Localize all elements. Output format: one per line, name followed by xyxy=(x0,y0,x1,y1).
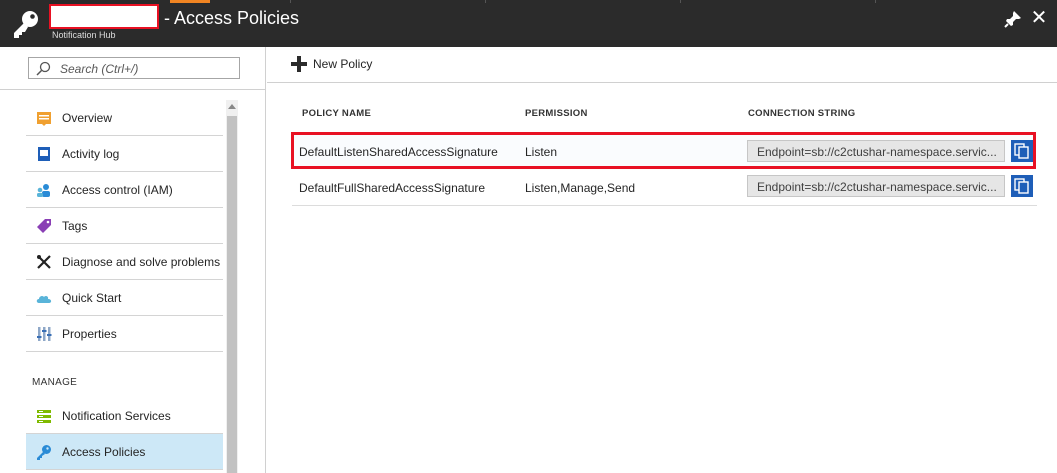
activity-log-icon xyxy=(38,146,50,161)
cloud-icon xyxy=(36,295,52,303)
sidebar-item-overview[interactable]: Overview xyxy=(26,100,223,136)
column-header-permission[interactable]: PERMISSION xyxy=(525,108,588,119)
search-input[interactable]: Search (Ctrl+/) xyxy=(28,57,240,79)
section-header-manage: MANAGE xyxy=(32,377,78,388)
sidebar-item-label: Tags xyxy=(62,218,88,233)
column-header-policy-name[interactable]: POLICY NAME xyxy=(302,108,371,119)
scroll-thumb[interactable] xyxy=(227,116,237,473)
sidebar-item-diagnose[interactable]: Diagnose and solve problems xyxy=(26,244,223,280)
iam-icon xyxy=(37,183,50,197)
sidebar-item-label: Access control (IAM) xyxy=(62,182,173,197)
column-header-connection-string[interactable]: CONNECTION STRING xyxy=(748,108,856,119)
scroll-up-icon[interactable] xyxy=(228,104,236,109)
copy-icon xyxy=(1014,143,1029,159)
notification-services-icon xyxy=(37,409,51,423)
plus-icon xyxy=(291,56,307,72)
pin-icon[interactable] xyxy=(1003,9,1023,29)
properties-icon xyxy=(37,326,52,341)
key-icon xyxy=(14,11,38,38)
search-placeholder: Search (Ctrl+/) xyxy=(60,62,139,76)
overview-icon xyxy=(37,111,51,126)
connection-string-field[interactable]: Endpoint=sb://c2ctushar-namespace.servic… xyxy=(747,140,1005,162)
sidebar-item-properties[interactable]: Properties xyxy=(26,316,223,352)
sidebar-item-access-control[interactable]: Access control (IAM) xyxy=(26,172,223,208)
new-policy-button[interactable]: New Policy xyxy=(291,56,372,72)
sidebar-item-tags[interactable]: Tags xyxy=(26,208,223,244)
sidebar-item-label: Notification Services xyxy=(62,408,171,423)
copy-icon xyxy=(1014,178,1029,194)
sidebar-item-label: Activity log xyxy=(62,146,120,161)
resource-type-label: Notification Hub xyxy=(52,30,116,40)
policy-name-cell: DefaultFullSharedAccessSignature xyxy=(299,181,486,195)
redacted-resource-name xyxy=(49,4,159,29)
sidebar-item-access-policies[interactable]: Access Policies xyxy=(26,434,223,470)
table-row[interactable]: DefaultListenSharedAccessSignature Liste… xyxy=(291,132,1036,169)
sidebar-item-notification-services[interactable]: Notification Services xyxy=(26,398,223,434)
sidebar-item-label: Access Policies xyxy=(62,444,146,459)
resource-menu: Search (Ctrl+/) Overview Activity log Ac xyxy=(0,47,266,473)
permission-cell: Listen xyxy=(525,145,558,159)
nav-scrollbar[interactable] xyxy=(226,100,238,473)
header-accent-bar xyxy=(170,0,210,3)
sidebar-item-label: Quick Start xyxy=(62,290,122,305)
main-content: New Policy POLICY NAME PERMISSION CONNEC… xyxy=(267,47,1057,473)
tag-icon xyxy=(37,218,51,233)
command-bar: New Policy xyxy=(267,47,1057,83)
wrench-icon xyxy=(37,254,51,269)
sidebar-item-activity-log[interactable]: Activity log xyxy=(26,136,223,172)
sidebar-item-label: Diagnose and solve problems xyxy=(62,254,221,269)
connection-string-field[interactable]: Endpoint=sb://c2ctushar-namespace.servic… xyxy=(747,175,1005,197)
copy-to-clipboard-button[interactable] xyxy=(1011,140,1033,162)
page-title: - Access Policies xyxy=(164,8,300,28)
blade-header: - Access Policies Notification Hub ✕ xyxy=(0,0,1057,47)
new-policy-label: New Policy xyxy=(313,57,373,71)
table-row[interactable]: DefaultFullSharedAccessSignature Listen,… xyxy=(292,171,1037,206)
key-icon xyxy=(37,444,51,460)
sidebar-item-label: Properties xyxy=(62,326,117,341)
permission-cell: Listen,Manage,Send xyxy=(525,181,636,195)
close-icon[interactable]: ✕ xyxy=(1028,7,1050,29)
sidebar-item-quick-start[interactable]: Quick Start xyxy=(26,280,223,316)
search-icon xyxy=(36,61,51,76)
policy-name-cell: DefaultListenSharedAccessSignature xyxy=(299,145,498,159)
copy-to-clipboard-button[interactable] xyxy=(1011,175,1033,197)
sidebar-item-label: Overview xyxy=(62,110,113,125)
